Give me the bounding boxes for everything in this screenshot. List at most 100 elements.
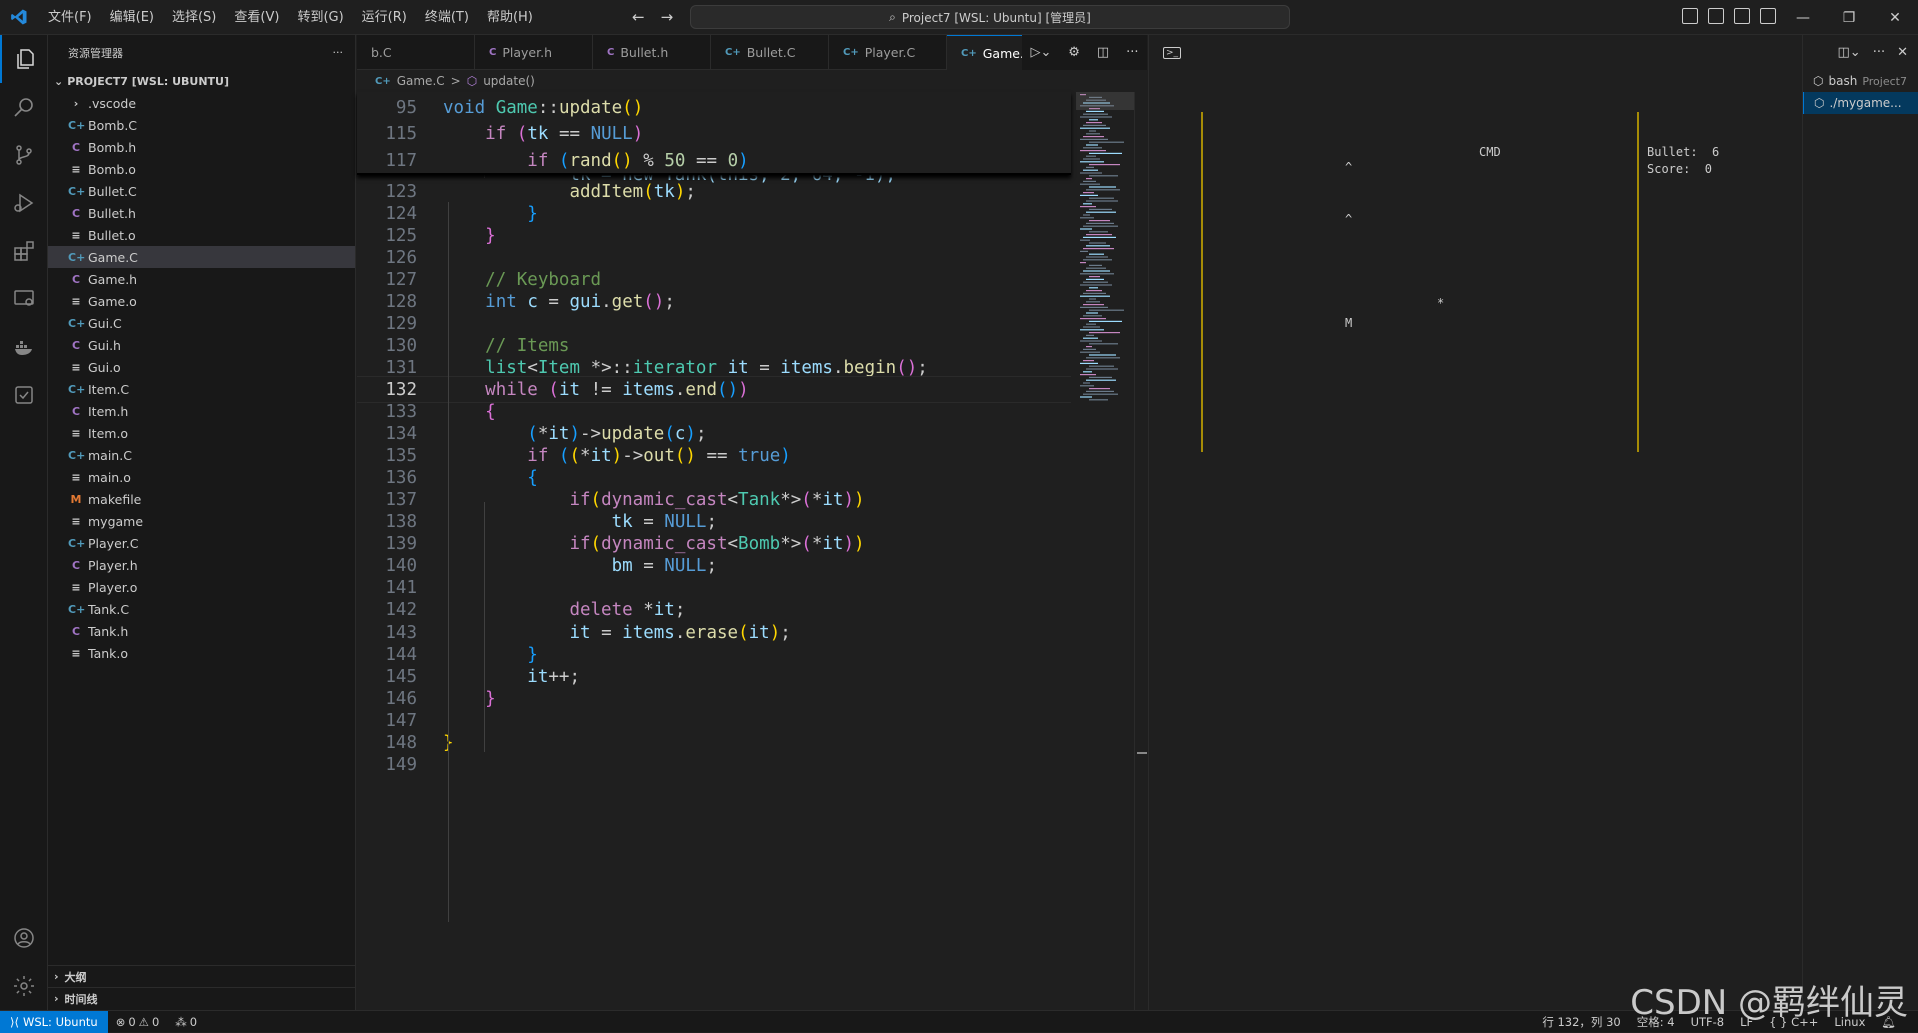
testing-icon[interactable] bbox=[0, 371, 48, 419]
run-file-icon[interactable]: ▷⌄ bbox=[1030, 45, 1051, 60]
file-item[interactable]: C+ Item.C bbox=[48, 378, 355, 400]
cpp-file-icon: C+ bbox=[68, 250, 86, 264]
close-window-icon[interactable]: ✕ bbox=[1872, 0, 1918, 35]
ports-indicator[interactable]: ⁂ 0 bbox=[167, 1015, 205, 1029]
cpp-file-icon: C+ bbox=[68, 316, 86, 330]
minimap-line bbox=[1086, 144, 1098, 146]
minimap-line bbox=[1083, 292, 1106, 294]
minimap[interactable] bbox=[1076, 92, 1134, 412]
file-item[interactable]: C+ Bullet.C bbox=[48, 180, 355, 202]
code-line[interactable]: 149 bbox=[357, 751, 1071, 778]
file-item[interactable]: C Game.h bbox=[48, 268, 355, 290]
search-icon[interactable] bbox=[0, 83, 48, 131]
minimap-line bbox=[1086, 110, 1104, 112]
gear-icon[interactable] bbox=[0, 962, 48, 1010]
explorer-icon[interactable] bbox=[0, 35, 48, 83]
tab-player-h[interactable]: C Player.h bbox=[475, 35, 593, 70]
tab-player-c[interactable]: C+ Player.C bbox=[829, 35, 947, 70]
code-text: // Keyboard bbox=[485, 269, 602, 290]
menu-selection[interactable]: 选择(S) bbox=[163, 0, 225, 35]
file-item[interactable]: › .vscode bbox=[48, 92, 355, 114]
tab-bullet-h[interactable]: C Bullet.h bbox=[593, 35, 711, 70]
more-actions-icon[interactable]: ··· bbox=[333, 46, 344, 59]
file-item[interactable]: C Tank.h bbox=[48, 620, 355, 642]
customize-layout-icon[interactable] bbox=[1760, 8, 1776, 24]
toggle-secondary-sidebar-icon[interactable] bbox=[1734, 8, 1750, 24]
minimize-icon[interactable]: — bbox=[1780, 0, 1826, 35]
file-item[interactable]: Mmakefile bbox=[48, 488, 355, 510]
file-item[interactable]: ≡ Item.o bbox=[48, 422, 355, 444]
timeline-section[interactable]: › 时间线 bbox=[48, 987, 356, 1009]
project-folder-header[interactable]: ⌄ PROJECT7 [WSL: UBUNTU] bbox=[48, 70, 355, 92]
file-item[interactable]: C+ Tank.C bbox=[48, 598, 355, 620]
toggle-sidebar-icon[interactable] bbox=[1682, 8, 1698, 24]
more-actions-icon[interactable]: ··· bbox=[1873, 45, 1885, 60]
file-item[interactable]: ≡ Bomb.o bbox=[48, 158, 355, 180]
docker-icon[interactable] bbox=[0, 323, 48, 371]
file-item[interactable]: C Item.h bbox=[48, 400, 355, 422]
sticky-scroll[interactable]: 95 void Game::update() 115 if (tk == NULL)… bbox=[357, 92, 1071, 175]
file-item[interactable]: C Gui.h bbox=[48, 334, 355, 356]
minimap-line bbox=[1083, 371, 1092, 373]
outline-section[interactable]: › 大纲 bbox=[48, 965, 356, 987]
code-line[interactable]: 117 if (rand() % 50 == 0) bbox=[357, 148, 1071, 175]
terminal-output[interactable]: CMD Bullet: 6 Score: 0 ^ ^ * M bbox=[1149, 70, 1803, 1010]
file-item[interactable]: ≡ Tank.o bbox=[48, 642, 355, 664]
remote-explorer-icon[interactable] bbox=[0, 275, 48, 323]
menu-go[interactable]: 转到(G) bbox=[288, 0, 352, 35]
file-item[interactable]: C+ Bomb.C bbox=[48, 114, 355, 136]
minimap-line bbox=[1089, 208, 1112, 210]
command-center[interactable]: ⌕ Project7 [WSL: Ubuntu] [管理员] bbox=[690, 5, 1290, 29]
back-arrow-icon[interactable]: ← bbox=[632, 8, 645, 26]
file-item[interactable]: ≡ Gui.o bbox=[48, 356, 355, 378]
terminal-layout-icon[interactable]: ◫⌄ bbox=[1838, 45, 1861, 60]
minimap-line bbox=[1086, 189, 1120, 191]
tab-bullet-c[interactable]: C+ Bullet.C bbox=[711, 35, 829, 70]
player-sprite: M bbox=[1345, 316, 1353, 330]
file-item[interactable]: ≡ Player.o bbox=[48, 576, 355, 598]
code-line[interactable]: 95 void Game::update() bbox=[357, 94, 1071, 121]
terminal-item-bash[interactable]: ⬡ bash Project7 bbox=[1803, 70, 1918, 92]
run-debug-icon[interactable] bbox=[0, 179, 48, 227]
menu-file[interactable]: 文件(F) bbox=[39, 0, 101, 35]
source-control-icon[interactable] bbox=[0, 131, 48, 179]
file-item[interactable]: ≡ mygame bbox=[48, 510, 355, 532]
file-item[interactable]: C+ Gui.C bbox=[48, 312, 355, 334]
menu-bar: 文件(F) 编辑(E) 选择(S) 查看(V) 转到(G) 运行(R) 终端(T… bbox=[39, 0, 542, 35]
problems-indicator[interactable]: ⊗ 0 ⚠ 0 bbox=[108, 1015, 168, 1029]
file-item[interactable]: C+ main.C bbox=[48, 444, 355, 466]
split-editor-icon[interactable]: ◫ bbox=[1097, 45, 1109, 60]
file-label: Player.C bbox=[88, 535, 139, 551]
remote-indicator[interactable]: ⟩⟨ WSL: Ubuntu bbox=[0, 1010, 108, 1033]
file-item[interactable]: C Bomb.h bbox=[48, 136, 355, 158]
menu-help[interactable]: 帮助(H) bbox=[478, 0, 542, 35]
breadcrumb-symbol[interactable]: update() bbox=[483, 74, 535, 88]
menu-view[interactable]: 查看(V) bbox=[225, 0, 288, 35]
forward-arrow-icon[interactable]: → bbox=[661, 8, 674, 26]
file-item[interactable]: C Player.h bbox=[48, 554, 355, 576]
file-item[interactable]: C Bullet.h bbox=[48, 202, 355, 224]
terminal-item-mygame[interactable]: ⬡ ./mygame... bbox=[1803, 92, 1918, 114]
more-actions-icon[interactable]: ··· bbox=[1126, 45, 1138, 60]
menu-edit[interactable]: 编辑(E) bbox=[101, 0, 163, 35]
menu-run[interactable]: 运行(R) bbox=[353, 0, 416, 35]
file-item[interactable]: ≡ Game.o bbox=[48, 290, 355, 312]
file-item[interactable]: C+ Game.C bbox=[48, 246, 355, 268]
close-panel-icon[interactable]: ✕ bbox=[1897, 45, 1908, 60]
gear-icon[interactable]: ⚙ bbox=[1068, 45, 1080, 60]
editor-scrollbar[interactable] bbox=[1134, 92, 1148, 1010]
account-icon[interactable] bbox=[0, 914, 48, 962]
code-editor[interactable]: tk = new Tank(this, 2, 64, -1);123 addIt… bbox=[357, 92, 1147, 1010]
code-line[interactable]: 115 if (tk == NULL) bbox=[357, 121, 1071, 148]
tab-b-c[interactable]: b.C bbox=[357, 35, 475, 70]
restore-icon[interactable]: ❐ bbox=[1826, 0, 1872, 35]
file-item[interactable]: C+ Player.C bbox=[48, 532, 355, 554]
file-item[interactable]: ≡ main.o bbox=[48, 466, 355, 488]
breadcrumb-file[interactable]: Game.C bbox=[397, 74, 445, 88]
file-item[interactable]: ≡ Bullet.o bbox=[48, 224, 355, 246]
cursor-position[interactable]: 行 132，列 30 bbox=[1534, 1014, 1628, 1030]
minimap-line bbox=[1080, 362, 1098, 364]
menu-terminal[interactable]: 终端(T) bbox=[416, 0, 478, 35]
extensions-icon[interactable] bbox=[0, 227, 48, 275]
toggle-panel-icon[interactable] bbox=[1708, 8, 1724, 24]
